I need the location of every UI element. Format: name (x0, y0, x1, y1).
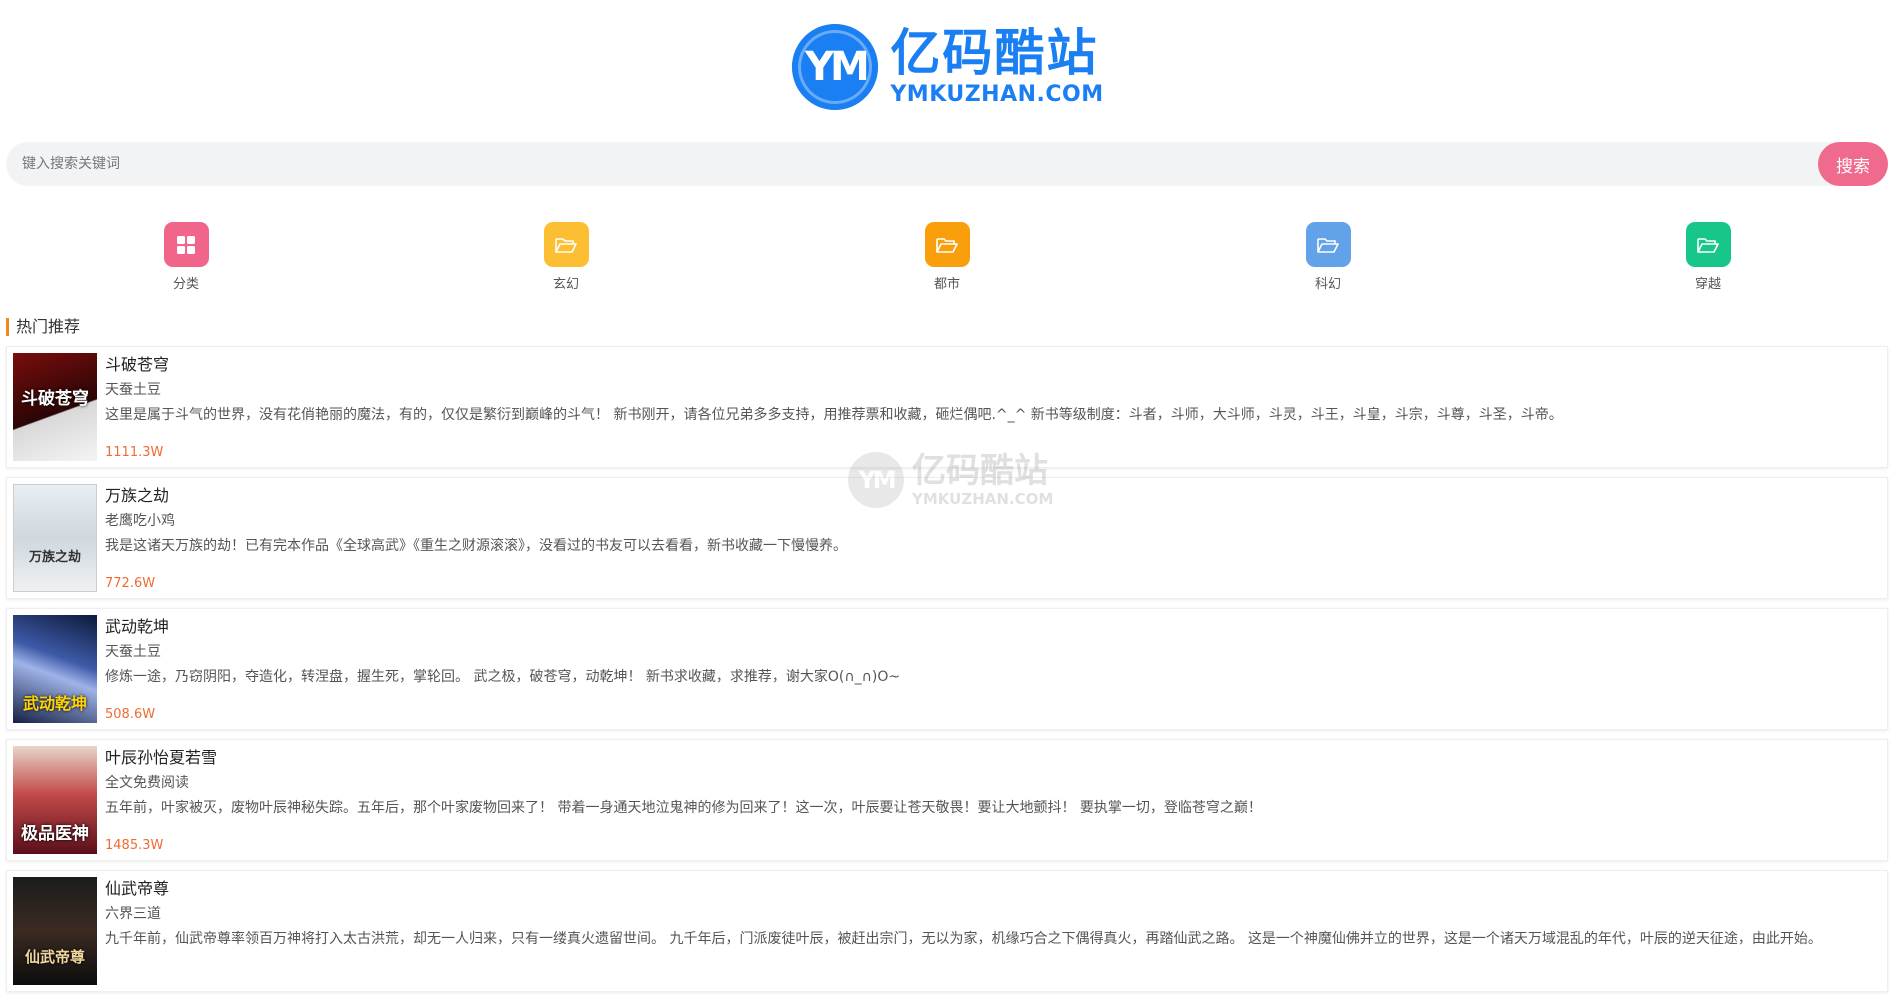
book-view-count: 1485.3W (105, 838, 164, 853)
watermark-logo: YM 亿码酷站 YMKUZHAN.COM (848, 452, 1053, 508)
logo-name-cn: 亿码酷站 (890, 24, 1099, 82)
book-cover[interactable]: 极品医神 (13, 746, 97, 854)
watermark-text: 亿码酷站 YMKUZHAN.COM (912, 454, 1053, 507)
category-label: 分类 (172, 277, 199, 292)
folder-open-icon (924, 222, 970, 267)
folder-open-icon (1305, 222, 1351, 267)
site-logo[interactable]: YM 亿码酷站 YMKUZHAN.COM (792, 24, 1103, 110)
book-info: 武动乾坤 天蚕土豆 修炼一途，乃窃阴阳，夺造化，转涅盘，握生死，掌轮回。 武之极… (105, 609, 1887, 729)
category-item-kehuan[interactable]: 科幻 (1283, 222, 1373, 292)
book-author: 六界三道 (105, 906, 161, 922)
book-info: 斗破苍穹 天蚕土豆 这里是属于斗气的世界，没有花俏艳丽的魔法，有的，仅仅是繁衍到… (105, 347, 1887, 467)
book-info: 叶辰孙怡夏若雪 全文免费阅读 五年前，叶家被灭，废物叶辰神秘失踪。五年后，那个叶… (105, 740, 1887, 860)
book-description: 我是这诸天万族的劫！已有完本作品《全球高武》《重生之财源滚滚》，没看过的书友可以… (105, 538, 847, 554)
search-button[interactable]: 搜索 (1818, 142, 1888, 186)
cover-title: 仙武帝尊 (24, 947, 85, 966)
watermark-mark-icon: YM (848, 452, 904, 508)
cover-title: 万族之劫 (28, 549, 81, 565)
category-item-xuanhuan[interactable]: 玄幻 (521, 222, 611, 292)
category-label: 科幻 (1314, 277, 1341, 292)
book-view-count: 772.6W (105, 576, 156, 591)
watermark-name-cn: 亿码酷站 (912, 450, 1048, 491)
book-title[interactable]: 仙武帝尊 (105, 877, 1887, 901)
book-author: 天蚕土豆 (105, 644, 161, 660)
category-label: 玄幻 (552, 277, 579, 292)
book-cover[interactable]: 武动乾坤 (13, 615, 97, 723)
section-title-hot: 热门推荐 (6, 318, 80, 336)
book-title[interactable]: 叶辰孙怡夏若雪 (105, 746, 1887, 770)
watermark-name-en: YMKUZHAN.COM (912, 489, 1054, 508)
book-title[interactable]: 斗破苍穹 (105, 353, 1887, 377)
search-input[interactable] (6, 141, 1818, 187)
book-description: 九千年前，仙武帝尊率领百万神将打入太古洪荒，却无一人归来，只有一缕真火遗留世间。… (105, 931, 1822, 947)
category-item-fenlei[interactable]: 分类 (141, 222, 231, 292)
book-list: 斗破苍穹 斗破苍穹 天蚕土豆 这里是属于斗气的世界，没有花俏艳丽的魔法，有的，仅… (6, 346, 1888, 1001)
logo-name-en: YMKUZHAN.COM (890, 82, 1104, 107)
book-item[interactable]: 武动乾坤 武动乾坤 天蚕土豆 修炼一途，乃窃阴阳，夺造化，转涅盘，握生死，掌轮回… (6, 608, 1888, 730)
book-cover[interactable]: 万族之劫 (13, 484, 97, 592)
book-description: 这里是属于斗气的世界，没有花俏艳丽的魔法，有的，仅仅是繁衍到巅峰的斗气！ 新书刚… (105, 407, 1563, 423)
book-title[interactable]: 武动乾坤 (105, 615, 1887, 639)
category-item-chuanyue[interactable]: 穿越 (1663, 222, 1753, 292)
book-info: 仙武帝尊 六界三道 九千年前，仙武帝尊率领百万神将打入太古洪荒，却无一人归来，只… (105, 871, 1887, 991)
book-author: 天蚕土豆 (105, 382, 161, 398)
book-view-count: 508.6W (105, 707, 156, 722)
folder-open-icon (543, 222, 589, 267)
logo-mark-icon: YM (792, 24, 879, 110)
header: YM 亿码酷站 YMKUZHAN.COM (0, 0, 1896, 140)
book-description: 修炼一途，乃窃阴阳，夺造化，转涅盘，握生死，掌轮回。 武之极，破苍穹，动乾坤！ … (105, 669, 901, 685)
book-item[interactable]: 极品医神 叶辰孙怡夏若雪 全文免费阅读 五年前，叶家被灭，废物叶辰神秘失踪。五年… (6, 739, 1888, 861)
book-view-count: 1111.3W (105, 445, 164, 460)
cover-title: 极品医神 (21, 824, 89, 845)
cover-title: 斗破苍穹 (21, 389, 89, 410)
book-cover[interactable]: 斗破苍穹 (13, 353, 97, 461)
book-item[interactable]: 仙武帝尊 仙武帝尊 六界三道 九千年前，仙武帝尊率领百万神将打入太古洪荒，却无一… (6, 870, 1888, 992)
grid-icon (163, 222, 209, 267)
book-author: 老鹰吃小鸡 (105, 513, 175, 529)
cover-title: 武动乾坤 (22, 694, 87, 714)
folder-open-icon (1685, 222, 1731, 267)
search-bar: 搜索 (6, 141, 1888, 187)
book-author: 全文免费阅读 (105, 775, 189, 791)
book-cover[interactable]: 仙武帝尊 (13, 877, 97, 985)
category-label: 都市 (933, 277, 960, 292)
category-item-dushi[interactable]: 都市 (902, 222, 992, 292)
category-nav: 分类 玄幻 都市 科幻 穿越 (0, 222, 1896, 292)
book-description: 五年前，叶家被灭，废物叶辰神秘失踪。五年后，那个叶家废物回来了！ 带着一身通天地… (105, 800, 1262, 816)
logo-text: 亿码酷站 YMKUZHAN.COM (890, 28, 1103, 106)
category-label: 穿越 (1694, 277, 1721, 292)
book-item[interactable]: 斗破苍穹 斗破苍穹 天蚕土豆 这里是属于斗气的世界，没有花俏艳丽的魔法，有的，仅… (6, 346, 1888, 468)
